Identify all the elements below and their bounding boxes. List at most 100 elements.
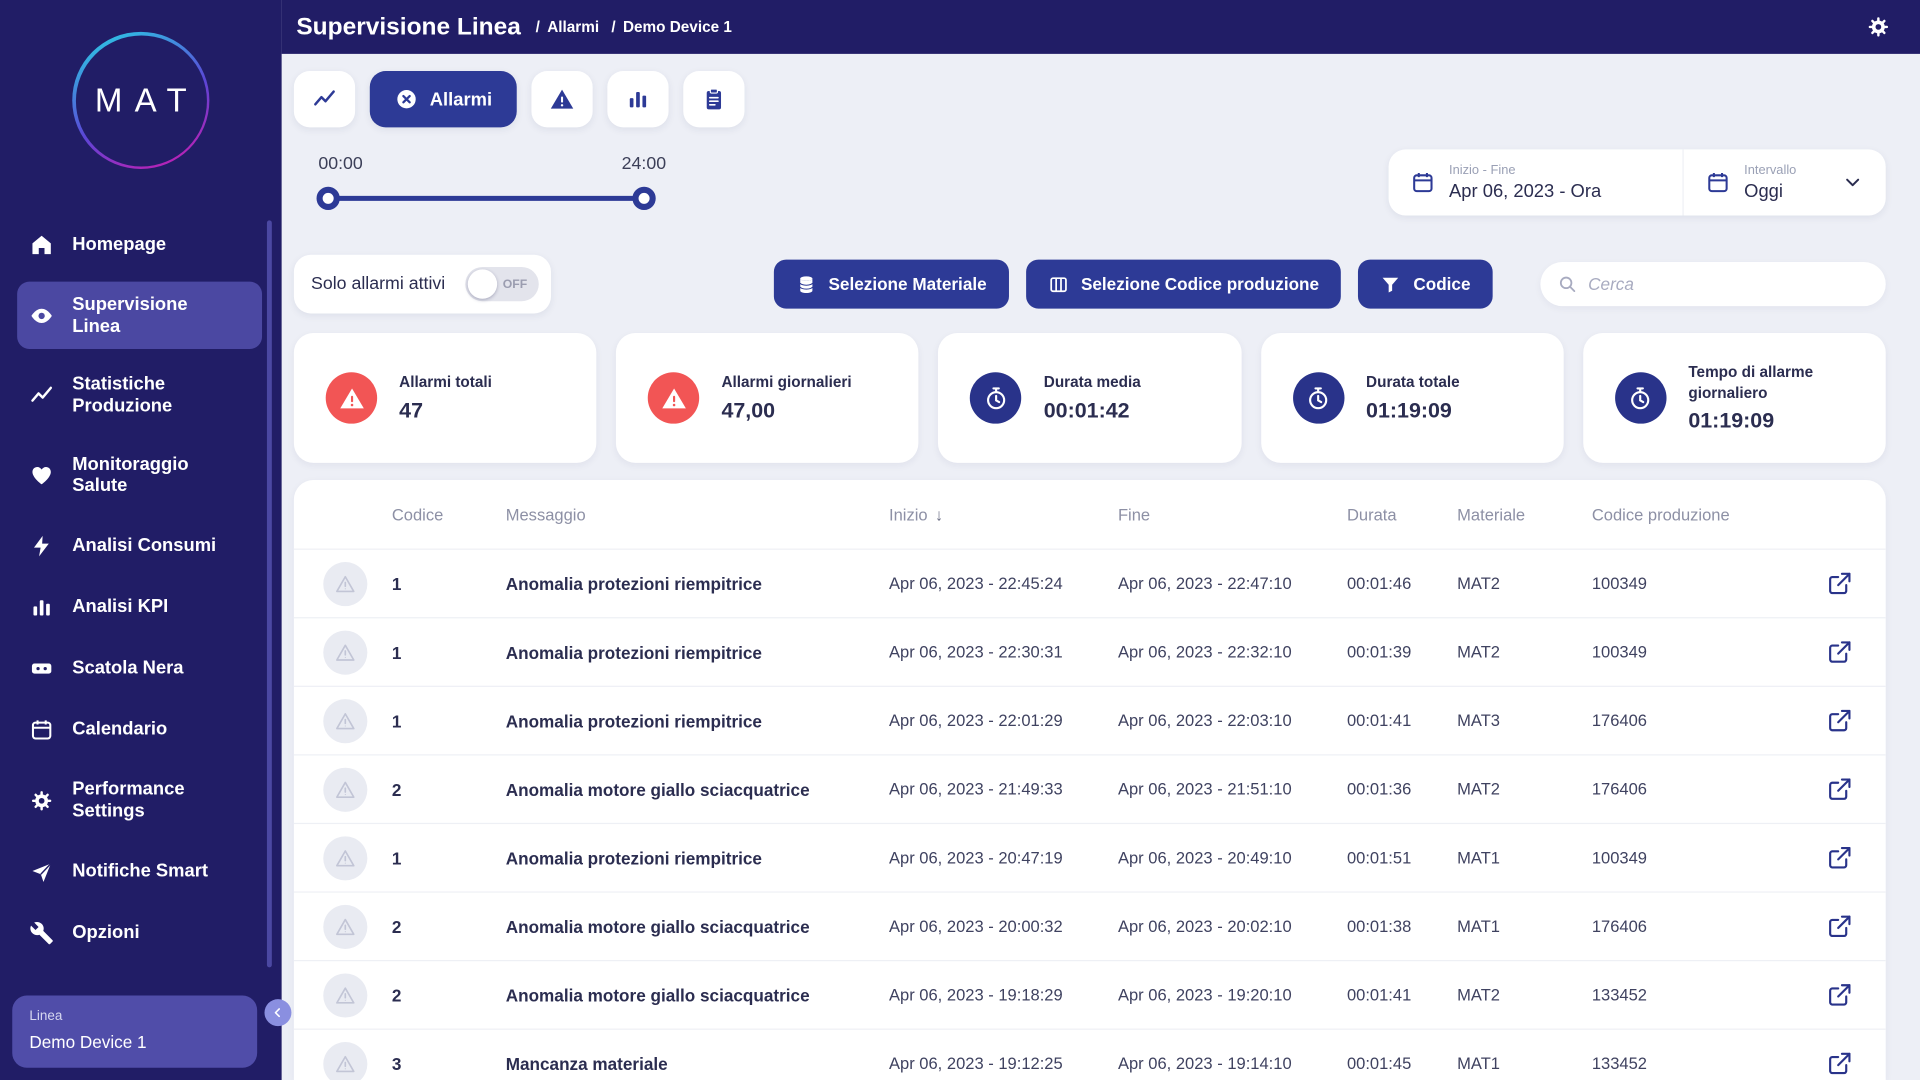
table-body: 1 Anomalia protezioni riempitrice Apr 06… bbox=[294, 549, 1886, 1080]
tab-label: Allarmi bbox=[430, 89, 492, 110]
interval-value: Oggi bbox=[1744, 181, 1796, 202]
sidebar-item-statistiche-produzione[interactable]: Statistiche Produzione bbox=[17, 362, 262, 430]
cell-inizio: Apr 06, 2023 - 19:18:29 bbox=[889, 986, 1118, 1004]
tab-statistiche[interactable] bbox=[607, 71, 668, 127]
sidebar-item-scatola-nera[interactable]: Scatola Nera bbox=[17, 644, 262, 693]
sidebar-item-analisi-consumi[interactable]: Analisi Consumi bbox=[17, 522, 262, 571]
open-alarm-detail-button[interactable] bbox=[1827, 980, 1856, 1009]
main-area: Supervisione Linea / Allarmi / Demo Devi… bbox=[282, 0, 1920, 1080]
cell-codice: 2 bbox=[392, 779, 506, 799]
cell-codice: 1 bbox=[392, 711, 506, 731]
sidebar-item-homepage[interactable]: Homepage bbox=[17, 220, 262, 269]
tab-icon bbox=[626, 87, 650, 111]
sidebar-collapse-button[interactable] bbox=[264, 999, 291, 1026]
tab-trend[interactable] bbox=[294, 71, 355, 127]
kpi-title: Durata totale bbox=[1366, 372, 1460, 393]
device-card: Linea Demo Device 1 bbox=[12, 996, 257, 1068]
col-codice[interactable]: Codice bbox=[392, 505, 506, 523]
open-alarm-detail-button[interactable] bbox=[1827, 1049, 1856, 1078]
code-filter-button[interactable]: Codice bbox=[1358, 260, 1492, 309]
select-production-code-button[interactable]: Selezione Codice produzione bbox=[1026, 260, 1341, 309]
material-icon bbox=[795, 274, 816, 295]
cell-codice-produzione: 133452 bbox=[1592, 986, 1808, 1004]
kpi-value: 01:19:09 bbox=[1366, 398, 1460, 424]
cell-fine: Apr 06, 2023 - 22:03:10 bbox=[1118, 711, 1347, 729]
chevron-left-icon bbox=[271, 1005, 286, 1020]
table-row: 1 Anomalia protezioni riempitrice Apr 06… bbox=[294, 617, 1886, 686]
nav-icon bbox=[29, 718, 53, 742]
sidebar-item-label: Monitoraggio Salute bbox=[72, 454, 224, 497]
sidebar-item-label: Scatola Nera bbox=[72, 658, 183, 680]
cell-fine: Apr 06, 2023 - 19:20:10 bbox=[1118, 986, 1347, 1004]
nav-icon bbox=[29, 303, 53, 327]
open-alarm-detail-button[interactable] bbox=[1827, 637, 1856, 666]
calendar-icon bbox=[1706, 170, 1730, 194]
nav-icon bbox=[29, 788, 53, 812]
cell-durata: 00:01:51 bbox=[1347, 849, 1457, 867]
open-alarm-detail-button[interactable] bbox=[1827, 912, 1856, 941]
col-inizio[interactable]: Inizio↓ bbox=[889, 505, 1118, 523]
cell-materiale: MAT2 bbox=[1457, 574, 1592, 592]
col-codice-produzione[interactable]: Codice produzione bbox=[1592, 505, 1808, 523]
slider-start-label: 00:00 bbox=[318, 154, 362, 174]
tab-allarmi[interactable]: Allarmi bbox=[370, 71, 517, 127]
cell-inizio: Apr 06, 2023 - 19:12:25 bbox=[889, 1054, 1118, 1072]
view-tabs: Allarmi bbox=[294, 71, 1886, 127]
kpi-cards: Allarmi totali 47 Allarmi giornalieri 47… bbox=[294, 333, 1886, 463]
slider-handle-start[interactable] bbox=[317, 187, 340, 210]
col-materiale[interactable]: Materiale bbox=[1457, 505, 1592, 523]
sidebar-item-analisi-kpi[interactable]: Analisi KPI bbox=[17, 583, 262, 632]
active-alarms-toggle-card: Solo allarmi attivi OFF bbox=[294, 255, 551, 314]
nav-icon bbox=[29, 920, 53, 944]
date-range-picker[interactable]: Inizio - Fine Apr 06, 2023 - Ora bbox=[1389, 149, 1683, 215]
sidebar-item-calendario[interactable]: Calendario bbox=[17, 705, 262, 754]
col-durata[interactable]: Durata bbox=[1347, 505, 1457, 523]
cell-materiale: MAT2 bbox=[1457, 780, 1592, 798]
open-alarm-detail-button[interactable] bbox=[1827, 706, 1856, 735]
kpi-icon bbox=[1293, 372, 1344, 423]
alarm-warning-icon bbox=[323, 1041, 367, 1080]
slider-handle-end[interactable] bbox=[632, 187, 655, 210]
cell-codice: 1 bbox=[392, 848, 506, 868]
sidebar-item-opzioni[interactable]: Opzioni bbox=[17, 908, 262, 957]
alarm-warning-icon bbox=[323, 836, 367, 880]
sidebar-item-performance-settings[interactable]: Performance Settings bbox=[17, 767, 262, 835]
cell-messaggio: Anomalia protezioni riempitrice bbox=[506, 848, 889, 868]
cell-messaggio: Anomalia motore giallo sciacquatrice bbox=[506, 985, 889, 1005]
toggle-state-label: OFF bbox=[503, 277, 527, 290]
table-row: 1 Anomalia protezioni riempitrice Apr 06… bbox=[294, 549, 1886, 618]
tab-report[interactable] bbox=[683, 71, 744, 127]
open-alarm-detail-button[interactable] bbox=[1827, 569, 1856, 598]
tab-icon bbox=[312, 87, 336, 111]
kpi-value: 01:19:09 bbox=[1688, 408, 1850, 434]
sidebar-scrollbar[interactable] bbox=[267, 220, 272, 967]
col-fine[interactable]: Fine bbox=[1118, 505, 1347, 523]
sidebar-item-monitoraggio-salute[interactable]: Monitoraggio Salute bbox=[17, 442, 262, 510]
sidebar-nav: Homepage Supervisione Linea Statistiche … bbox=[0, 220, 282, 957]
kpi-durata-media: Durata media 00:01:42 bbox=[938, 333, 1241, 463]
col-messaggio[interactable]: Messaggio bbox=[506, 505, 889, 523]
open-alarm-detail-button[interactable] bbox=[1827, 843, 1856, 872]
date-range-value: Apr 06, 2023 - Ora bbox=[1449, 181, 1601, 202]
table-row: 3 Mancanza materiale Apr 06, 2023 - 19:1… bbox=[294, 1029, 1886, 1080]
sidebar-item-supervisione-linea[interactable]: Supervisione Linea bbox=[17, 282, 262, 350]
active-alarms-toggle[interactable]: OFF bbox=[465, 267, 538, 301]
interval-select[interactable]: Intervallo Oggi bbox=[1683, 149, 1886, 215]
breadcrumb-allarmi: Allarmi bbox=[547, 18, 599, 35]
cell-codice: 2 bbox=[392, 917, 506, 937]
mat-logo-text: MAT bbox=[83, 81, 199, 119]
cell-materiale: MAT2 bbox=[1457, 643, 1592, 661]
search-input[interactable] bbox=[1588, 274, 1868, 294]
cell-materiale: MAT3 bbox=[1457, 711, 1592, 729]
sort-desc-icon: ↓ bbox=[935, 505, 943, 523]
date-range-label: Inizio - Fine bbox=[1449, 163, 1601, 178]
cell-fine: Apr 06, 2023 - 19:14:10 bbox=[1118, 1054, 1347, 1072]
settings-gear-icon[interactable] bbox=[1866, 13, 1893, 40]
table-row: 2 Anomalia motore giallo sciacquatrice A… bbox=[294, 960, 1886, 1029]
select-material-button[interactable]: Selezione Materiale bbox=[773, 260, 1008, 309]
tab-allarmi-attivi[interactable] bbox=[531, 71, 592, 127]
nav-icon bbox=[29, 534, 53, 558]
open-alarm-detail-button[interactable] bbox=[1827, 774, 1856, 803]
cell-fine: Apr 06, 2023 - 22:47:10 bbox=[1118, 574, 1347, 592]
sidebar-item-notifiche-smart[interactable]: Notifiche Smart bbox=[17, 847, 262, 896]
